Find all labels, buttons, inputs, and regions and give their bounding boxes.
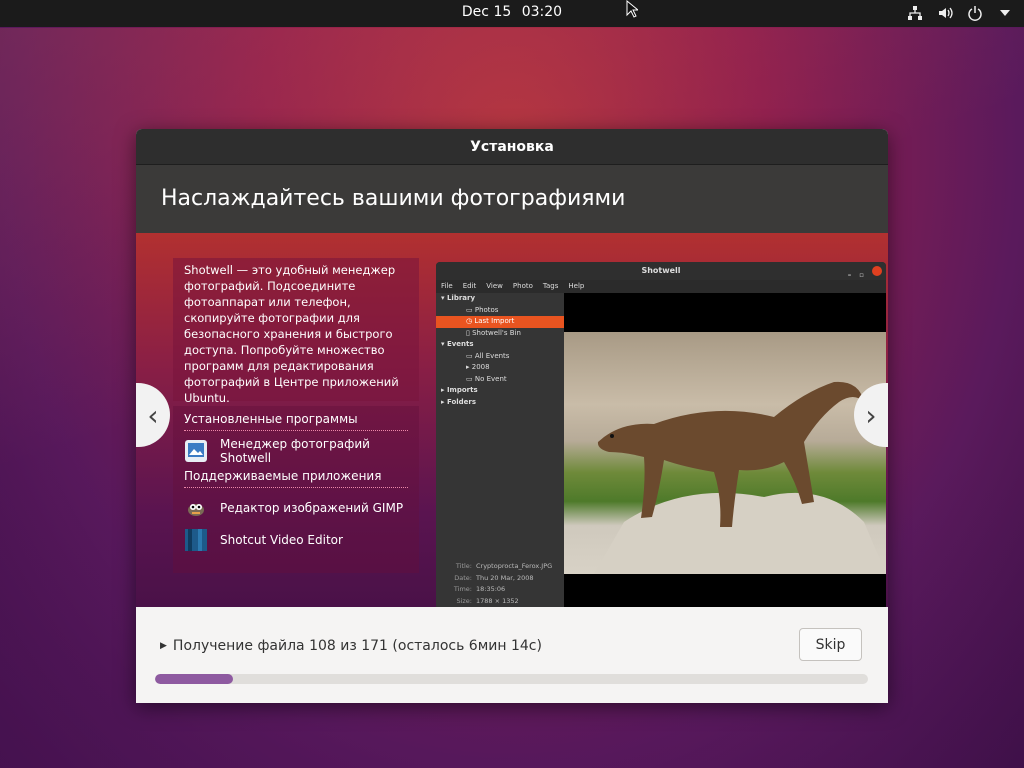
meta-key: Time: bbox=[453, 585, 472, 593]
apps-panel: Установленные программы Менеджер фотогра… bbox=[173, 406, 419, 573]
meta-value: 1788 × 1352 bbox=[476, 596, 519, 605]
previous-slide-button[interactable]: ‹ bbox=[136, 383, 170, 447]
volume-icon[interactable] bbox=[936, 4, 954, 22]
tree-bin: ▯ Shotwell's Bin bbox=[466, 328, 521, 337]
fossa-photo bbox=[564, 332, 886, 574]
network-icon[interactable] bbox=[906, 4, 924, 22]
screenshot-titlebar: Shotwell – ▫ bbox=[436, 262, 886, 280]
tree-label: Events bbox=[446, 340, 474, 348]
progress-footer: ▶ Получение файла 108 из 171 (осталось 6… bbox=[136, 607, 888, 703]
meta-value: Cryptoprocta_Ferox.JPG bbox=[476, 562, 553, 570]
app-item-shotcut: Shotcut Video Editor bbox=[184, 526, 408, 554]
tree-last-import: ◷ Last Import bbox=[436, 316, 564, 328]
tree-label: No Event bbox=[474, 374, 507, 383]
status-expander[interactable]: ▶ Получение файла 108 из 171 (осталось 6… bbox=[160, 638, 542, 654]
slideshow: Shotwell — это удобный менеджер фотограф… bbox=[136, 233, 888, 607]
dialog-title: Установка bbox=[136, 129, 888, 165]
screenshot-window-controls: – ▫ bbox=[848, 266, 882, 284]
expand-arrow-icon: ▶ bbox=[160, 641, 167, 651]
supported-apps-title: Поддерживаемые приложения bbox=[184, 469, 408, 488]
system-tray[interactable] bbox=[906, 4, 1014, 22]
app-name: Редактор изображений GIMP bbox=[220, 501, 404, 515]
meta-value: Thu 20 Mar, 2008 bbox=[476, 573, 534, 582]
installed-apps-title: Установленные программы bbox=[184, 412, 408, 431]
clock-date: Dec 15 bbox=[461, 4, 512, 20]
tree-label: Folders bbox=[446, 397, 477, 406]
app-item-gimp: Редактор изображений GIMP bbox=[184, 494, 408, 522]
app-name: Shotcut Video Editor bbox=[220, 533, 343, 547]
mouse-cursor-icon bbox=[626, 0, 638, 18]
tree-label: Last Import bbox=[474, 317, 515, 325]
meta-key: Date: bbox=[454, 573, 472, 582]
shotwell-screenshot: Shotwell – ▫ File Edit View Photo Tags H… bbox=[436, 262, 886, 607]
slide-heading: Наслаждайтесь вашими фотографиями bbox=[136, 165, 888, 233]
screenshot-menubar: File Edit View Photo Tags Help bbox=[436, 280, 886, 292]
menu-view: View bbox=[486, 282, 503, 290]
tree-label: All Events bbox=[474, 351, 510, 360]
screenshot-title: Shotwell bbox=[641, 266, 681, 275]
shotcut-icon bbox=[184, 528, 208, 552]
progress-bar-fill bbox=[155, 674, 234, 684]
progress-bar bbox=[155, 674, 868, 684]
skip-button[interactable]: Skip bbox=[799, 628, 862, 661]
tree-events: ▾ Events bbox=[441, 340, 474, 348]
tree-folders: ▸ Folders bbox=[441, 397, 477, 406]
top-bar: Dec 15 03:20 bbox=[0, 0, 1024, 27]
tree-label: Imports bbox=[446, 386, 478, 394]
app-item-shotwell: Менеджер фотографий Shotwell bbox=[184, 437, 408, 465]
tree-photos: ▭ Photos bbox=[466, 305, 499, 314]
meta-value: 18:35:06 bbox=[476, 585, 506, 593]
photo-metadata: Title: Cryptoprocta_Ferox.JPG Date: Thu 20… bbox=[436, 561, 564, 607]
tree-label: Photos bbox=[474, 305, 499, 314]
maximize-icon: ▫ bbox=[859, 271, 864, 279]
app-name: Менеджер фотографий Shotwell bbox=[220, 437, 370, 465]
shotwell-icon bbox=[184, 439, 208, 463]
menu-photo: Photo bbox=[512, 282, 533, 290]
slide-description: Shotwell — это удобный менеджер фотограф… bbox=[173, 258, 419, 405]
menu-tags: Tags bbox=[542, 282, 559, 290]
close-icon bbox=[872, 266, 882, 276]
tree-label: Library bbox=[446, 294, 476, 302]
clock[interactable]: Dec 15 03:20 bbox=[0, 4, 1024, 20]
meta-key: Size: bbox=[456, 596, 472, 605]
tree-all-events: ▭ All Events bbox=[466, 351, 510, 360]
tree-year: ▸ 2008 bbox=[466, 363, 490, 371]
minimize-icon: – bbox=[847, 271, 852, 279]
installer-dialog: Установка Наслаждайтесь вашими фотографи… bbox=[136, 129, 888, 703]
tree-no-event: ▭ No Event bbox=[466, 374, 507, 383]
tree-label: 2008 bbox=[471, 363, 490, 371]
status-text: Получение файла 108 из 171 (осталось 6ми… bbox=[172, 638, 542, 654]
menu-arrow-icon[interactable] bbox=[996, 4, 1014, 22]
gimp-icon bbox=[184, 496, 208, 520]
power-icon[interactable] bbox=[966, 4, 984, 22]
meta-key: Title: bbox=[455, 562, 472, 570]
menu-help: Help bbox=[568, 282, 585, 290]
tree-label: Shotwell's Bin bbox=[472, 328, 521, 337]
clock-time: 03:20 bbox=[521, 4, 563, 20]
screenshot-sidebar: ▾ Library ▭ Photos ◷ Last Import ▯ Shotw… bbox=[436, 293, 564, 607]
tree-imports: ▸ Imports bbox=[441, 386, 478, 394]
photo-viewer bbox=[564, 293, 886, 607]
menu-file: File bbox=[441, 282, 453, 290]
menu-edit: Edit bbox=[462, 282, 477, 290]
tree-library: ▾ Library bbox=[441, 294, 476, 302]
